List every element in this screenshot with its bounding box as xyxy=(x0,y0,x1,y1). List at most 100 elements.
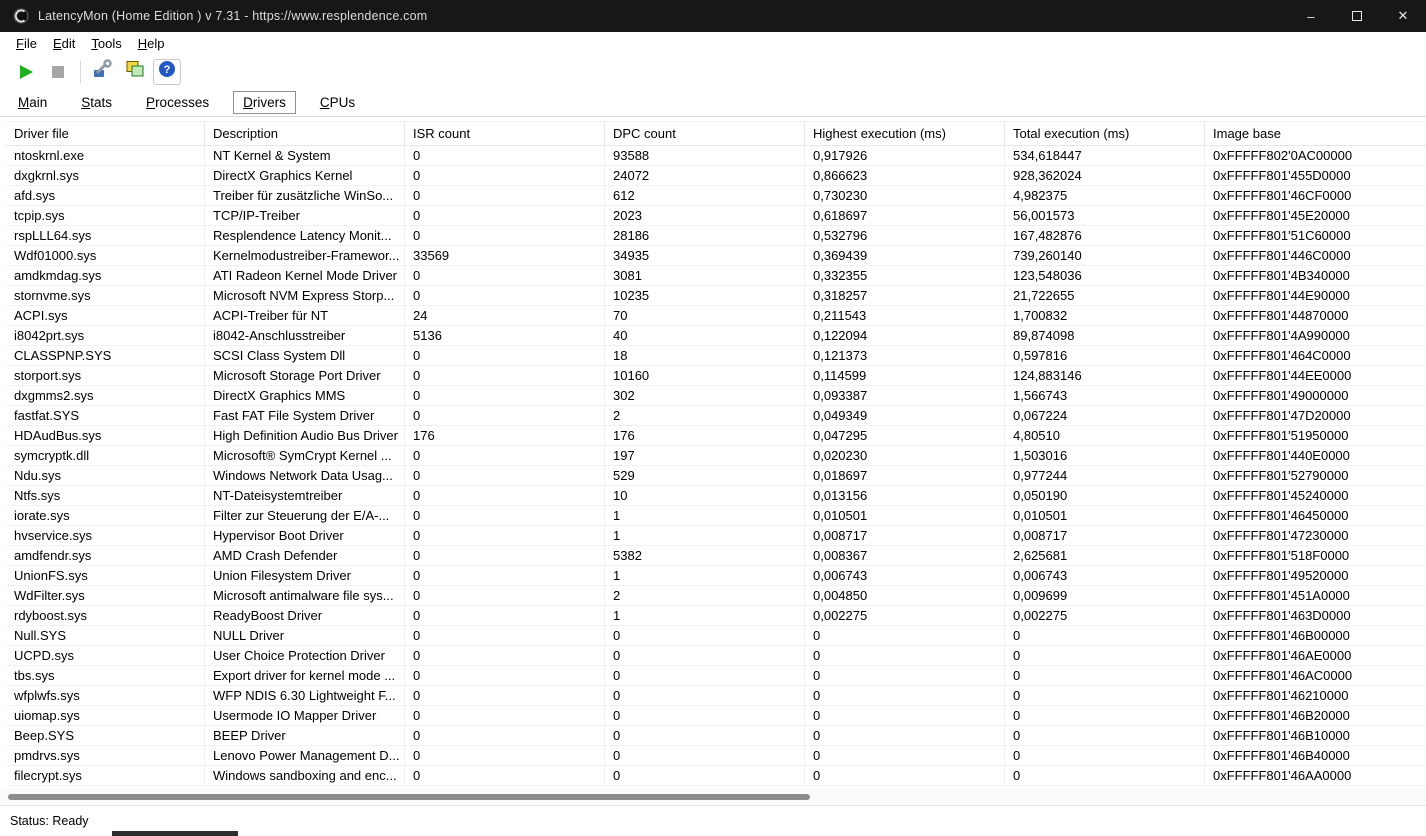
table-cell: wfplwfs.sys xyxy=(6,686,205,706)
table-row[interactable]: fastfat.SYS Fast FAT File System Driver 0 2… xyxy=(6,406,1426,426)
help-button[interactable]: ? xyxy=(153,58,181,85)
table-row[interactable]: stornvme.sys Microsoft NVM Express Storp.… xyxy=(6,286,1426,306)
minimize-button[interactable]: – xyxy=(1288,0,1334,32)
stop-monitor-button[interactable] xyxy=(44,59,72,85)
table-cell: 0 xyxy=(805,766,1005,786)
table-row[interactable]: storport.sys Microsoft Storage Port Drive… xyxy=(6,366,1426,386)
table-cell: 0xFFFFF801'45240000 xyxy=(1205,486,1426,506)
table-row[interactable]: rdyboost.sys ReadyBoost Driver 0 1 0,002275 0… xyxy=(6,606,1426,626)
column-header-description[interactable]: Description xyxy=(205,122,405,146)
table-row[interactable]: dxgmms2.sys DirectX Graphics MMS 0 302 0,093… xyxy=(6,386,1426,406)
menu-help[interactable]: Help xyxy=(130,34,173,53)
horizontal-scrollbar[interactable] xyxy=(0,789,1426,805)
table-row[interactable]: hvservice.sys Hypervisor Boot Driver 0 1 0,0… xyxy=(6,526,1426,546)
table-row[interactable]: HDAudBus.sys High Definition Audio Bus Dr… xyxy=(6,426,1426,446)
tab-stats[interactable]: Stats xyxy=(71,91,122,114)
column-header-dpc-count[interactable]: DPC count xyxy=(605,122,805,146)
column-header-highest-execution[interactable]: Highest execution (ms) xyxy=(805,122,1005,146)
table-cell: 0 xyxy=(605,726,805,746)
table-row[interactable]: filecrypt.sys Windows sandboxing and enc.… xyxy=(6,766,1426,786)
table-cell: 0xFFFFF801'446C0000 xyxy=(1205,246,1426,266)
table-cell: 739,260140 xyxy=(1005,246,1205,266)
table-cell: rdyboost.sys xyxy=(6,606,205,626)
table-row[interactable]: wfplwfs.sys WFP NDIS 6.30 Lightweight F..… xyxy=(6,686,1426,706)
table-cell: 2023 xyxy=(605,206,805,226)
table-cell: 0xFFFFF801'4B340000 xyxy=(1205,266,1426,286)
table-row[interactable]: tbs.sys Export driver for kernel mode ...… xyxy=(6,666,1426,686)
table-cell: 2 xyxy=(605,406,805,426)
table-row[interactable]: amdfendr.sys AMD Crash Defender 0 5382 0,008… xyxy=(6,546,1426,566)
horizontal-scrollbar-thumb[interactable] xyxy=(8,794,810,800)
copy-report-button[interactable] xyxy=(121,59,149,85)
table-cell: Microsoft NVM Express Storp... xyxy=(205,286,405,306)
table-cell: 0 xyxy=(405,466,605,486)
table-cell: 0,010501 xyxy=(1005,506,1205,526)
table-cell: symcryptk.dll xyxy=(6,446,205,466)
table-cell: 0xFFFFF801'46CF0000 xyxy=(1205,186,1426,206)
menu-file[interactable]: File xyxy=(8,34,45,53)
table-row[interactable]: i8042prt.sys i8042-Anschlusstreiber 5136 40… xyxy=(6,326,1426,346)
table-cell: 0,597816 xyxy=(1005,346,1205,366)
column-header-isr-count[interactable]: ISR count xyxy=(405,122,605,146)
table-cell: 0 xyxy=(405,366,605,386)
close-button[interactable]: ✕ xyxy=(1380,0,1426,32)
table-cell: 0,008367 xyxy=(805,546,1005,566)
table-cell: 0 xyxy=(605,746,805,766)
table-cell: 0,049349 xyxy=(805,406,1005,426)
table-cell: uiomap.sys xyxy=(6,706,205,726)
table-row[interactable]: tcpip.sys TCP/IP-Treiber 0 2023 0,618697 56,0… xyxy=(6,206,1426,226)
table-cell: 0xFFFFF801'49000000 xyxy=(1205,386,1426,406)
run-monitor-button[interactable] xyxy=(12,59,40,85)
menu-edit[interactable]: Edit xyxy=(45,34,83,53)
table-row[interactable]: rspLLL64.sys Resplendence Latency Monit..… xyxy=(6,226,1426,246)
table-cell: 0 xyxy=(1005,686,1205,706)
table-row[interactable]: UCPD.sys User Choice Protection Driver 0 0 0… xyxy=(6,646,1426,666)
table-row[interactable]: WdFilter.sys Microsoft antimalware file s… xyxy=(6,586,1426,606)
tab-drivers[interactable]: Drivers xyxy=(233,90,296,114)
table-row[interactable]: amdkmdag.sys ATI Radeon Kernel Mode Drive… xyxy=(6,266,1426,286)
table-row[interactable]: Ntfs.sys NT-Dateisystemtreiber 0 10 0,013156… xyxy=(6,486,1426,506)
menu-tools[interactable]: Tools xyxy=(83,34,129,53)
table-cell: 0xFFFFF801'46AC0000 xyxy=(1205,666,1426,686)
tab-cpus[interactable]: CPUs xyxy=(310,91,365,114)
app-logo-icon xyxy=(13,8,29,24)
table-cell: 0,002275 xyxy=(805,606,1005,626)
table-cell: 0xFFFFF801'46B10000 xyxy=(1205,726,1426,746)
status-text: Status: Ready xyxy=(10,814,89,828)
column-header-total-execution[interactable]: Total execution (ms) xyxy=(1005,122,1205,146)
column-header-driver-file[interactable]: Driver file xyxy=(6,122,205,146)
table-row[interactable]: Beep.SYS BEEP Driver 0 0 0 0 0xFFFFF801'46B100… xyxy=(6,726,1426,746)
table-cell: 0 xyxy=(405,386,605,406)
tab-main[interactable]: Main xyxy=(8,91,57,114)
column-header-image-base[interactable]: Image base xyxy=(1205,122,1426,146)
table-row[interactable]: uiomap.sys Usermode IO Mapper Driver 0 0 0 0 0… xyxy=(6,706,1426,726)
table-row[interactable]: dxgkrnl.sys DirectX Graphics Kernel 0 24072… xyxy=(6,166,1426,186)
table-cell: 0xFFFFF801'440E0000 xyxy=(1205,446,1426,466)
table-cell: High Definition Audio Bus Driver xyxy=(205,426,405,446)
table-row[interactable]: ntoskrnl.exe NT Kernel & System 0 93588 0,91… xyxy=(6,146,1426,166)
table-cell: 0,020230 xyxy=(805,446,1005,466)
table-row[interactable]: symcryptk.dll Microsoft® SymCrypt Kernel … xyxy=(6,446,1426,466)
table-cell: 0 xyxy=(805,706,1005,726)
table-cell: 0 xyxy=(405,266,605,286)
table-cell: 176 xyxy=(605,426,805,446)
table-cell: CLASSPNP.SYS xyxy=(6,346,205,366)
driver-options-button[interactable] xyxy=(89,59,117,85)
table-row[interactable]: pmdrvs.sys Lenovo Power Management D... 0 0… xyxy=(6,746,1426,766)
table-row[interactable]: Wdf01000.sys Kernelmodustreiber-Framewor.… xyxy=(6,246,1426,266)
tab-processes[interactable]: Processes xyxy=(136,91,219,114)
maximize-button[interactable] xyxy=(1334,0,1380,32)
table-cell: 0 xyxy=(405,286,605,306)
table-row[interactable]: CLASSPNP.SYS SCSI Class System Dll 0 18 0,12… xyxy=(6,346,1426,366)
table-row[interactable]: afd.sys Treiber für zusätzliche WinSo... 0… xyxy=(6,186,1426,206)
table-cell: UnionFS.sys xyxy=(6,566,205,586)
table-row[interactable]: Null.SYS NULL Driver 0 0 0 0 0xFFFFF801'46B000… xyxy=(6,626,1426,646)
table-cell: 0xFFFFF801'47D20000 xyxy=(1205,406,1426,426)
table-cell: 0xFFFFF801'46B20000 xyxy=(1205,706,1426,726)
table-row[interactable]: Ndu.sys Windows Network Data Usag... 0 529 0… xyxy=(6,466,1426,486)
table-row[interactable]: UnionFS.sys Union Filesystem Driver 0 1 0,00… xyxy=(6,566,1426,586)
table-cell: filecrypt.sys xyxy=(6,766,205,786)
table-row[interactable]: iorate.sys Filter zur Steuerung der E/A-.… xyxy=(6,506,1426,526)
table-cell: 0,008717 xyxy=(1005,526,1205,546)
table-row[interactable]: ACPI.sys ACPI-Treiber für NT 24 70 0,211543 1… xyxy=(6,306,1426,326)
